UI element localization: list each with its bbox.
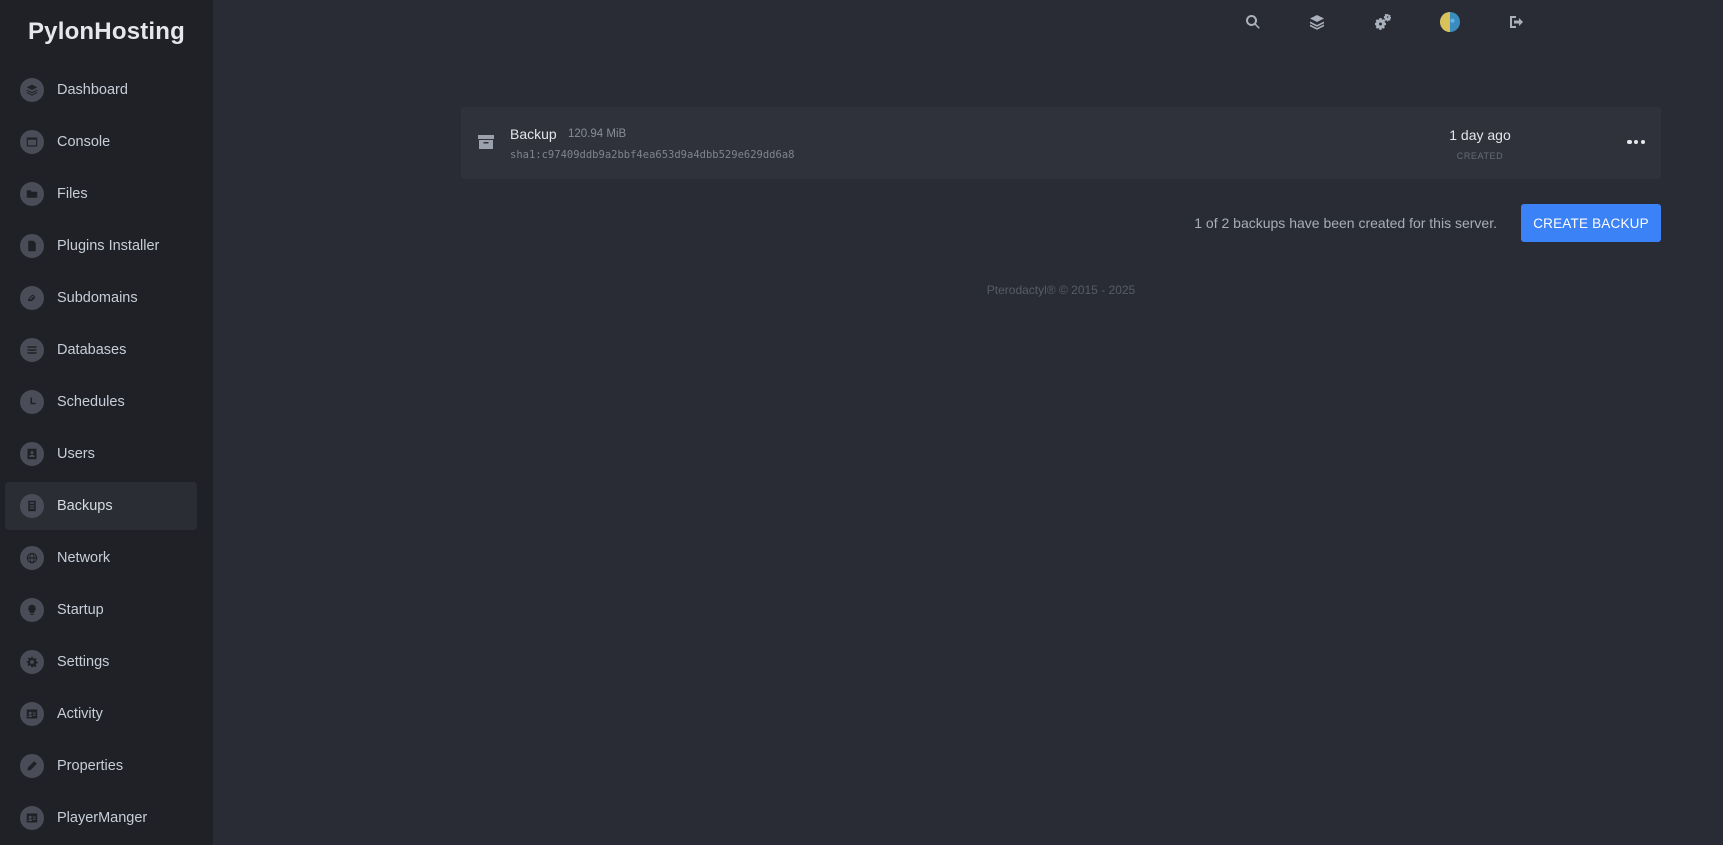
id-card-icon [20, 702, 44, 726]
sidebar: PylonHosting Dashboard Console Files Plu… [0, 0, 213, 845]
sidebar-item-label: Users [57, 446, 95, 462]
sidebar-item-files[interactable]: Files [5, 170, 197, 218]
sidebar-item-databases[interactable]: Databases [5, 326, 197, 374]
dot [1627, 139, 1632, 145]
sidebar-item-label: Settings [57, 654, 110, 670]
globe-icon [20, 546, 44, 570]
backup-checksum: sha1:c97409ddb9a2bbf4ea653d9a4dbb529e629… [510, 149, 795, 161]
sidebar-item-backups[interactable]: Backups [5, 482, 197, 530]
sidebar-nav: Dashboard Console Files Plugins Installe… [5, 66, 197, 845]
backup-created-label: CREATED [1456, 151, 1504, 161]
sidebar-item-label: PlayerManger [57, 810, 148, 826]
sidebar-item-startup[interactable]: Startup [5, 586, 197, 634]
sidebar-item-activity[interactable]: Activity [5, 690, 197, 738]
backup-created-time: 1 day ago [1449, 127, 1511, 143]
layers-icon[interactable] [1307, 12, 1327, 32]
create-backup-button[interactable]: CREATE BACKUP [1521, 204, 1661, 242]
backup-name: Backup [510, 126, 557, 142]
gear-icon [20, 650, 44, 674]
archive-icon [477, 134, 495, 150]
cogs-icon[interactable] [1373, 12, 1393, 32]
sidebar-item-label: Startup [57, 602, 104, 618]
link-icon [20, 286, 44, 310]
sidebar-item-console[interactable]: Console [5, 118, 197, 166]
app-root: PylonHosting Dashboard Console Files Plu… [0, 0, 1723, 845]
sidebar-item-dashboard[interactable]: Dashboard [5, 66, 197, 114]
layers-icon [20, 78, 44, 102]
sidebar-item-subdomains[interactable]: Subdomains [5, 274, 197, 322]
avatar[interactable] [1440, 12, 1460, 32]
sidebar-item-label: Properties [57, 758, 124, 774]
copyright-text: Pterodactyl® © 2015 - 2025 [986, 283, 1136, 297]
sidebar-item-playermanger[interactable]: PlayerManger [5, 794, 197, 842]
lightbulb-icon [20, 598, 44, 622]
backup-limit-text: 1 of 2 backups have been created for thi… [1194, 215, 1497, 231]
sidebar-item-label: Files [57, 186, 88, 202]
sidebar-item-label: Network [57, 550, 111, 566]
backup-row[interactable]: Backup 120.94 MiB sha1:c97409ddb9a2bbf4e… [461, 107, 1661, 179]
user-card-icon [20, 442, 44, 466]
sidebar-item-label: Console [57, 134, 111, 150]
sidebar-item-schedules[interactable]: Schedules [5, 378, 197, 426]
sidebar-item-label: Schedules [57, 394, 125, 410]
brand-logo[interactable]: PylonHosting [0, 18, 213, 46]
search-icon[interactable] [1243, 12, 1263, 32]
sign-out-icon[interactable] [1507, 12, 1527, 32]
backup-size: 120.94 MiB [568, 128, 627, 140]
dot [1640, 139, 1645, 145]
database-icon [20, 338, 44, 362]
sidebar-item-label: Subdomains [57, 290, 138, 306]
sidebar-item-properties[interactable]: Properties [5, 742, 197, 790]
file-icon [20, 234, 44, 258]
id-card-icon [20, 806, 44, 830]
sidebar-item-label: Backups [57, 498, 113, 514]
sidebar-item-label: Activity [57, 706, 103, 722]
sidebar-item-settings[interactable]: Settings [5, 638, 197, 686]
archive-icon [20, 494, 44, 518]
sidebar-item-label: Dashboard [57, 82, 128, 98]
pencil-icon [20, 754, 44, 778]
clock-icon [20, 390, 44, 414]
folder-icon [20, 182, 44, 206]
sidebar-item-network[interactable]: Network [5, 534, 197, 582]
sidebar-item-label: Databases [57, 342, 127, 358]
sidebar-item-plugins-installer[interactable]: Plugins Installer [5, 222, 197, 270]
sidebar-item-label: Plugins Installer [57, 238, 160, 254]
backup-options-menu-icon[interactable] [1627, 134, 1645, 150]
dot [1633, 139, 1639, 145]
terminal-icon [20, 130, 44, 154]
sidebar-item-users[interactable]: Users [5, 430, 197, 478]
